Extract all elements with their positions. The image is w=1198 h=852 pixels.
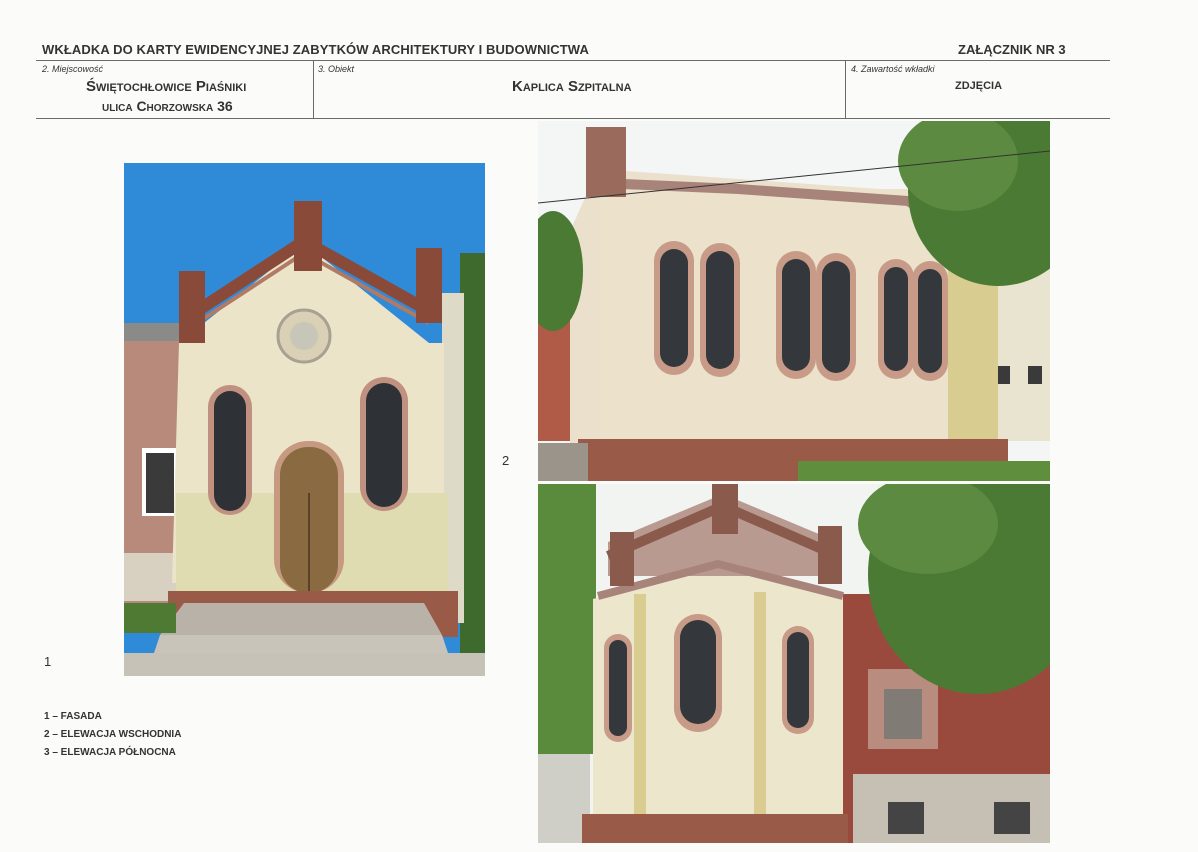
content-label: 4. Zawartość wkładki — [851, 64, 935, 74]
annex-label: ZAŁĄCZNIK NR 3 — [958, 42, 1066, 57]
photo-north-elevation — [538, 484, 1050, 843]
photo-number-2: 2 — [502, 453, 510, 468]
photo-facade — [124, 163, 485, 676]
photo-number-1: 1 — [44, 654, 52, 669]
legend-item: 3 – ELEWACJA PÓŁNOCNA — [44, 747, 176, 758]
field-divider-2 — [845, 60, 846, 118]
content-value: ZDJĘCIA — [955, 80, 1003, 92]
location-line2: ulica Chorzowska 36 — [102, 98, 233, 114]
header-rule-top — [36, 60, 1110, 61]
object-value: Kaplica Szpitalna — [512, 78, 632, 95]
legend-item: 2 – ELEWACJA WSCHODNIA — [44, 729, 182, 740]
header-rule-bottom — [36, 118, 1110, 119]
location-line1: Świętochłowice Piaśniki — [86, 78, 247, 95]
photo-east-elevation — [538, 121, 1050, 481]
photo-legend: 1 – FASADA 2 – ELEWACJA WSCHODNIA 3 – EL… — [44, 708, 181, 762]
document-title: WKŁADKA DO KARTY EWIDENCYJNEJ ZABYTKÓW A… — [42, 42, 589, 57]
location-label: 2. Miejscowość — [42, 64, 104, 74]
field-divider-1 — [313, 60, 314, 118]
object-label: 3. Obiekt — [318, 64, 355, 74]
legend-item: 1 – FASADA — [44, 711, 102, 722]
